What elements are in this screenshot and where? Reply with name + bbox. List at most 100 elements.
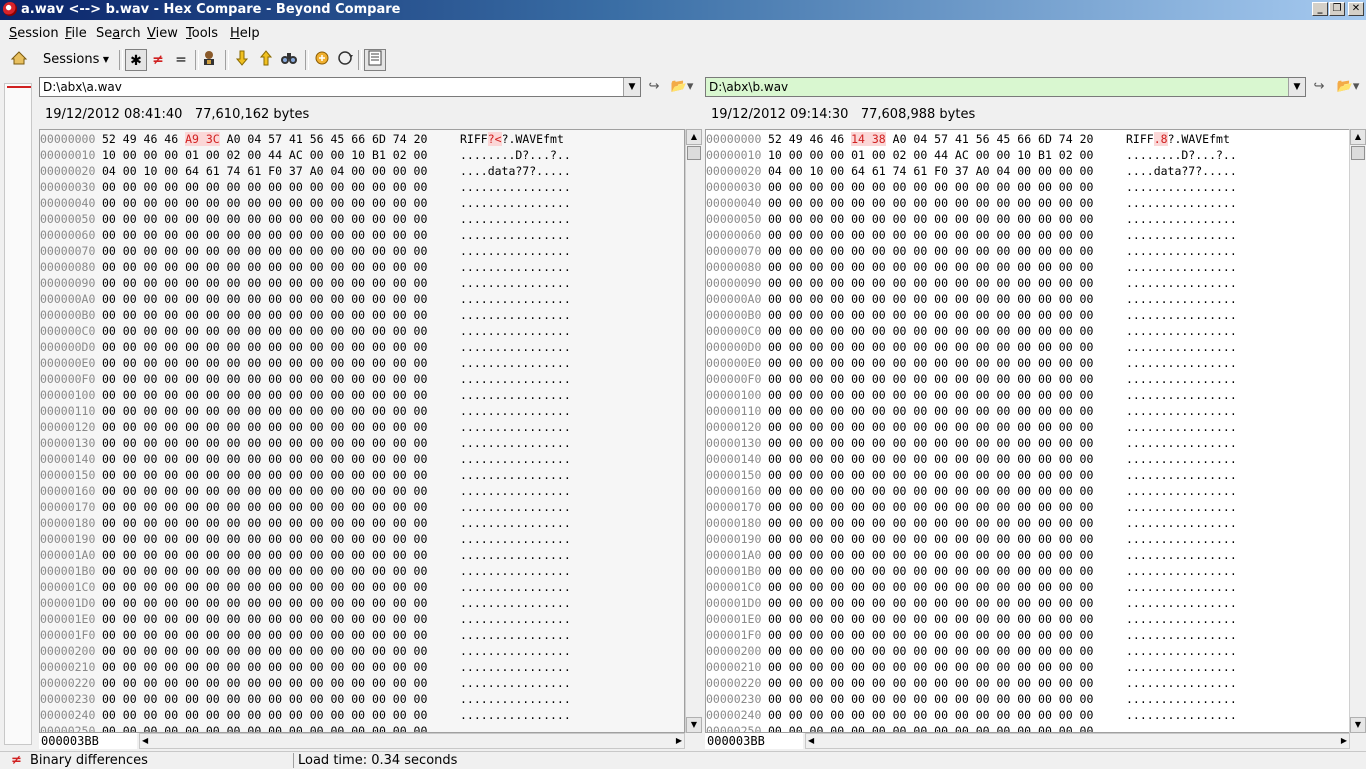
- hex-bytes: 00 00 00 00 00 00 00 00 00 00 00 00 00 0…: [768, 516, 1094, 530]
- hex-offset: 000001A0: [706, 548, 762, 562]
- hex-row: 00000210 00 00 00 00 00 00 00 00 00 00 00…: [706, 659, 1349, 675]
- scroll-up-arrow[interactable]: ▲: [1350, 129, 1366, 145]
- close-button[interactable]: ✕: [1348, 2, 1364, 16]
- hex-bytes: 00 00 00 00 00 00 00 00 00 00 00 00 00 0…: [102, 724, 428, 733]
- right-path-dropdown[interactable]: ▼: [1288, 78, 1305, 96]
- hex-ascii: ................: [460, 468, 571, 482]
- right-vertical-scrollbar[interactable]: ▲ ▼: [1349, 129, 1366, 733]
- hex-offset: 00000180: [40, 516, 96, 530]
- difference-overview[interactable]: [4, 83, 32, 745]
- minimize-button[interactable]: _: [1312, 2, 1328, 16]
- hex-row: 000001D0 00 00 00 00 00 00 00 00 00 00 00…: [706, 595, 1349, 611]
- hex-row: 000001A0 00 00 00 00 00 00 00 00 00 00 00…: [40, 547, 684, 563]
- left-path-field[interactable]: D:\abx\a.wav ▼: [39, 77, 641, 97]
- left-open-folder-icon[interactable]: 📂▾: [668, 78, 696, 96]
- next-diff-icon[interactable]: [231, 49, 253, 71]
- find-icon[interactable]: [278, 49, 300, 71]
- hex-ascii: ................: [460, 516, 571, 530]
- right-open-folder-icon[interactable]: 📂▾: [1333, 78, 1363, 96]
- hex-bytes: 00 00 00 00 00 00 00 00 00 00 00 00 00 0…: [102, 692, 428, 706]
- rules-icon[interactable]: [198, 49, 220, 71]
- hex-offset: 00000050: [40, 212, 96, 226]
- hex-row: 00000200 00 00 00 00 00 00 00 00 00 00 00…: [40, 643, 684, 659]
- hex-bytes: 10 00 00 00 01 00 02 00 44 AC 00 00 10 B…: [768, 148, 1094, 162]
- menu-tools[interactable]: Tools: [186, 26, 218, 41]
- app-icon[interactable]: [3, 2, 17, 16]
- hex-bytes: 00 00 00 00 00 00 00 00 00 00 00 00 00 0…: [102, 452, 428, 466]
- hex-bytes: 00 00 00 00 00 00 00 00 00 00 00 00 00 0…: [102, 644, 428, 658]
- right-hex-pane[interactable]: 00000000 52 49 46 46 14 38 A0 04 57 41 56…: [705, 129, 1350, 733]
- hex-ascii: ................: [460, 692, 571, 706]
- menu-file[interactable]: File: [65, 26, 87, 41]
- hex-bytes: 00 00 00 00 00 00 00 00 00 00 00 00 00 0…: [768, 580, 1094, 594]
- hex-row: 00000070 00 00 00 00 00 00 00 00 00 00 00…: [40, 243, 684, 259]
- hex-ascii: ....data?7?.....: [460, 164, 571, 178]
- right-swap-icon[interactable]: ↪: [1310, 78, 1328, 96]
- refresh-icon[interactable]: [334, 49, 356, 71]
- hex-offset: 00000240: [706, 708, 762, 722]
- hex-row: 00000250 00 00 00 00 00 00 00 00 00 00 00…: [40, 723, 684, 733]
- scroll-thumb[interactable]: [1351, 146, 1365, 160]
- hex-ascii: ................: [1126, 324, 1237, 338]
- left-swap-icon[interactable]: ↪: [645, 78, 663, 96]
- hex-ascii: ................: [1126, 276, 1237, 290]
- hex-offset: 00000030: [706, 180, 762, 194]
- hex-ascii: ................: [1126, 596, 1237, 610]
- hex-row: 000000D0 00 00 00 00 00 00 00 00 00 00 00…: [40, 339, 684, 355]
- status-load-time: Load time: 0.34 seconds: [298, 753, 458, 768]
- left-vertical-scrollbar[interactable]: ▲ ▼: [685, 129, 702, 733]
- hex-row: 000000B0 00 00 00 00 00 00 00 00 00 00 00…: [706, 307, 1349, 323]
- hex-bytes: 00 00 00 00 00 00 00 00 00 00 00 00 00 0…: [102, 356, 428, 370]
- diffs-icon[interactable]: ≠: [147, 49, 169, 71]
- left-horizontal-scrollbar[interactable]: ◀ ▶: [139, 733, 685, 749]
- right-position-field[interactable]: 000003BB: [705, 733, 803, 749]
- hex-offset: 00000230: [706, 692, 762, 706]
- hex-ascii: ................: [460, 500, 571, 514]
- scroll-thumb[interactable]: [687, 146, 701, 160]
- hex-ascii: ................: [1126, 340, 1237, 354]
- hex-row: 00000140 00 00 00 00 00 00 00 00 00 00 00…: [40, 451, 684, 467]
- hex-offset: 00000160: [706, 484, 762, 498]
- hex-bytes: 00 00 00 00 00 00 00 00 00 00 00 00 00 0…: [102, 196, 428, 210]
- hex-row: 00000100 00 00 00 00 00 00 00 00 00 00 00…: [706, 387, 1349, 403]
- hex-offset: 00000230: [40, 692, 96, 706]
- hex-bytes: 00 00 00 00 00 00 00 00 00 00 00 00 00 0…: [768, 612, 1094, 626]
- prev-diff-icon[interactable]: [255, 49, 277, 71]
- scroll-down-arrow[interactable]: ▼: [1350, 717, 1366, 733]
- hex-bytes: 00 00 00 00 00 00 00 00 00 00 00 00 00 0…: [768, 292, 1094, 306]
- left-position-field[interactable]: 000003BB: [39, 733, 137, 749]
- right-file-info: 19/12/2012 09:14:30 77,608,988 bytes: [711, 107, 976, 122]
- hex-offset: 000001B0: [40, 564, 96, 578]
- hex-offset: 000001C0: [706, 580, 762, 594]
- hex-row: 00000020 04 00 10 00 64 61 74 61 F0 37 A0…: [706, 163, 1349, 179]
- hex-ascii: ................: [460, 708, 571, 722]
- hex-bytes: 00 00 00 00 00 00 00 00 00 00 00 00 00 0…: [768, 644, 1094, 658]
- menu-help[interactable]: Help: [230, 26, 260, 41]
- menu-search[interactable]: Search: [96, 26, 141, 41]
- view-icon[interactable]: [364, 49, 386, 71]
- restore-button[interactable]: ❐: [1329, 2, 1345, 16]
- same-icon[interactable]: =: [170, 49, 192, 71]
- hex-offset: 00000030: [40, 180, 96, 194]
- home-icon[interactable]: [8, 49, 30, 71]
- sessions-dropdown[interactable]: Sessions ▼: [35, 49, 115, 71]
- left-hex-pane[interactable]: 00000000 52 49 46 46 A9 3C A0 04 57 41 56…: [39, 129, 685, 733]
- hex-bytes: 00 00 00 00 00 00 00 00 00 00 00 00 00 0…: [768, 404, 1094, 418]
- menu-view[interactable]: View: [147, 26, 178, 41]
- hex-ascii: ................: [1126, 724, 1237, 733]
- right-path-field[interactable]: D:\abx\b.wav ▼: [705, 77, 1306, 97]
- hex-ascii: ................: [460, 532, 571, 546]
- hex-offset: 00000110: [706, 404, 762, 418]
- left-path-dropdown[interactable]: ▼: [623, 78, 640, 96]
- swap-icon[interactable]: [311, 49, 333, 71]
- scroll-up-arrow[interactable]: ▲: [686, 129, 702, 145]
- hex-row: 00000160 00 00 00 00 00 00 00 00 00 00 00…: [40, 483, 684, 499]
- hex-offset: 00000000: [40, 132, 96, 146]
- window-title: a.wav <--> b.wav - Hex Compare - Beyond …: [21, 2, 401, 17]
- menu-session[interactable]: Session: [9, 26, 59, 41]
- diffs-status-icon: ≠: [11, 753, 22, 768]
- scroll-down-arrow[interactable]: ▼: [686, 717, 702, 733]
- right-horizontal-scrollbar[interactable]: ◀ ▶: [805, 733, 1350, 749]
- all-icon[interactable]: ✱: [125, 49, 147, 71]
- hex-ascii: ................: [1126, 436, 1237, 450]
